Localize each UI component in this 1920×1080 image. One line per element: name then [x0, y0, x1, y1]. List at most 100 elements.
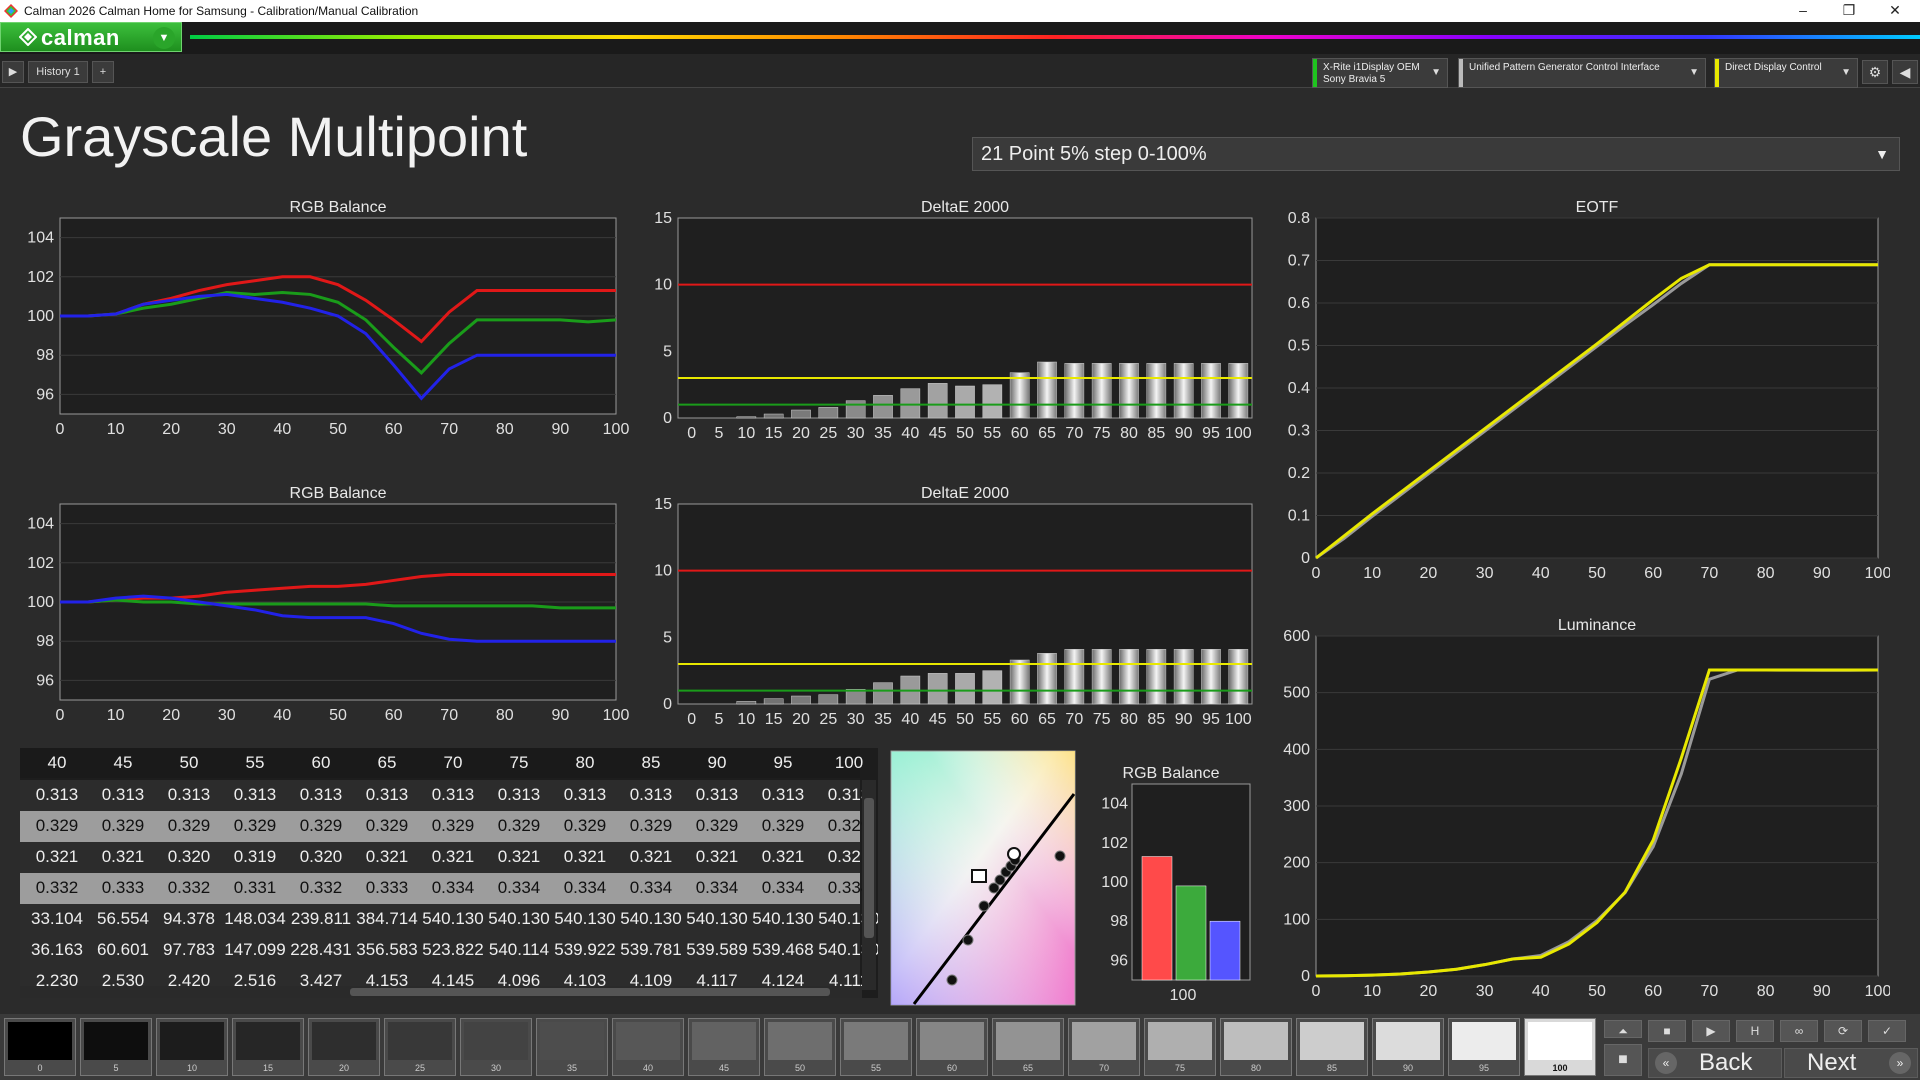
de_top-xtick-label: 0 [687, 425, 696, 442]
chevron-down-icon[interactable]: ▼ [153, 27, 175, 49]
table-row[interactable]: 0.321 0.321 0.320 0.319 0.320 0.321 0.321 0.321… [20, 842, 870, 873]
swatch-label: 25 [414, 1063, 425, 1073]
table-cell: 540.130 [554, 909, 616, 928]
history-play-button[interactable]: ▶ [2, 61, 24, 83]
swatch-color [1528, 1022, 1592, 1060]
table-cell: 523.822 [422, 940, 484, 959]
patch-swatch-15[interactable]: 15 [232, 1018, 304, 1076]
collapse-panel-icon[interactable]: ◀ [1892, 60, 1918, 84]
de_top-ytick-label: 0 [663, 410, 672, 427]
pattern-generator-selector[interactable]: Unified Pattern Generator Control Interf… [1458, 58, 1706, 88]
scroll-up-icon[interactable]: ⏶ [1604, 1020, 1642, 1038]
tab-history-1[interactable]: History 1 [28, 61, 88, 83]
horizontal-scrollbar[interactable] [20, 986, 862, 998]
table-row[interactable]: 0.332 0.333 0.332 0.331 0.332 0.333 0.334 0.334… [20, 873, 870, 904]
patch-swatch-75[interactable]: 75 [1144, 1018, 1216, 1076]
record-button[interactable]: ■ [1604, 1044, 1642, 1076]
de_top-bar [818, 407, 839, 419]
patch-swatch-10[interactable]: 10 [156, 1018, 228, 1076]
patch-swatch-80[interactable]: 80 [1220, 1018, 1292, 1076]
rgb_bottom-xtick-label: 10 [107, 707, 125, 724]
rainbow-strip [190, 35, 1920, 39]
add-tab-button[interactable]: + [92, 61, 114, 83]
calman-window: Calman 2026 Calman Home for Samsung - Ca… [0, 0, 1920, 1080]
de_top-bar [1173, 363, 1194, 419]
column-header: 50 [179, 753, 199, 772]
check-button[interactable]: ✓ [1868, 1020, 1906, 1042]
play-button[interactable]: ▶ [1692, 1020, 1730, 1042]
de_bottom-xtick-label: 20 [792, 711, 810, 728]
table-cell: 0.313 [233, 785, 277, 804]
refresh-button[interactable]: ⟳ [1824, 1020, 1862, 1042]
swatch-label: 80 [1250, 1063, 1261, 1073]
column-header: 80 [575, 753, 595, 772]
meter-display: Sony Bravia 5 [1323, 74, 1386, 85]
save-button[interactable]: H [1736, 1020, 1774, 1042]
column-header: 70 [443, 753, 463, 772]
loop-button[interactable]: ∞ [1780, 1020, 1818, 1042]
display-control-name: Direct Display Control [1725, 62, 1822, 73]
patch-swatch-100[interactable]: 100 [1524, 1018, 1596, 1076]
scrollbar-thumb[interactable] [864, 798, 874, 938]
column-header: 75 [509, 753, 529, 772]
next-button[interactable]: Next » [1784, 1048, 1918, 1078]
patch-swatch-95[interactable]: 95 [1448, 1018, 1520, 1076]
de_bottom-svg: DeltaE 2000 0 5 10 15 0 5 10 15 20 25 30 35 40 45 50 55 6… [654, 485, 1253, 728]
de_bottom-xtick-label: 30 [847, 711, 865, 728]
swatch-label: 65 [1022, 1063, 1033, 1073]
de_bottom-bar [791, 695, 811, 705]
patch-swatch-50[interactable]: 50 [764, 1018, 836, 1076]
de_bottom-xtick-label: 15 [765, 711, 783, 728]
calman-logo-icon [19, 28, 37, 46]
patch-swatch-25[interactable]: 25 [384, 1018, 456, 1076]
table-cell: 0.334 [761, 878, 805, 897]
patch-swatch-40[interactable]: 40 [612, 1018, 684, 1076]
calman-logo-menu[interactable]: calman ▼ [0, 22, 182, 52]
meter-name: X-Rite i1Display OEM [1323, 62, 1420, 73]
minimize-button[interactable]: – [1780, 0, 1826, 22]
patch-swatch-60[interactable]: 60 [916, 1018, 988, 1076]
meter-selector[interactable]: X-Rite i1Display OEM Sony Bravia 5 ▼ [1312, 58, 1448, 88]
settings-gear-icon[interactable]: ⚙ [1862, 60, 1888, 84]
swatch-label: 90 [1402, 1063, 1413, 1073]
patch-swatch-85[interactable]: 85 [1296, 1018, 1368, 1076]
back-button[interactable]: « Back [1648, 1048, 1782, 1078]
scrollbar-thumb[interactable] [350, 988, 830, 996]
table-row[interactable]: 0.313 0.313 0.313 0.313 0.313 0.313 0.313 0.313… [20, 780, 870, 811]
patch-swatch-70[interactable]: 70 [1068, 1018, 1140, 1076]
table-cell: 56.554 [97, 909, 149, 928]
table-row[interactable]: 36.163 60.601 97.783 147.099 228.431 356.583 5… [20, 935, 878, 966]
patch-swatch-65[interactable]: 65 [992, 1018, 1064, 1076]
measurement-controls: ⏶ ■ ■ ▶ H ∞ ⟳ ✓ « Back Next » [1596, 1014, 1920, 1080]
table-cell: 97.783 [163, 940, 215, 959]
table-cell: 33.104 [31, 909, 83, 928]
patch-swatch-35[interactable]: 35 [536, 1018, 608, 1076]
de_bottom-xtick-label: 80 [1120, 711, 1138, 728]
de_bottom-xtick-label: 35 [874, 711, 892, 728]
de_bottom-bar [927, 673, 948, 705]
patch-swatch-0[interactable]: 0 [4, 1018, 76, 1076]
stop-button[interactable]: ■ [1648, 1020, 1686, 1042]
rgb-balance-chart-top: RGB Balance 96 98 100 102 104 0 10 20 30 40 50 60 70 8… [0, 190, 630, 450]
patch-swatch-45[interactable]: 45 [688, 1018, 760, 1076]
patch-swatch-90[interactable]: 90 [1372, 1018, 1444, 1076]
de_bottom-bar [955, 673, 975, 705]
maximize-button[interactable]: ❐ [1826, 0, 1872, 22]
patch-swatch-20[interactable]: 20 [308, 1018, 380, 1076]
column-header: 55 [245, 753, 265, 772]
patch-swatch-30[interactable]: 30 [460, 1018, 532, 1076]
cie-svg [890, 750, 1076, 1006]
de_bottom-bar [1009, 659, 1030, 705]
rgb_bottom-title: RGB Balance [290, 485, 387, 502]
preset-dropdown[interactable]: 21 Point 5% step 0-100% ▼ [972, 137, 1900, 171]
table-row[interactable]: 0.329 0.329 0.329 0.329 0.329 0.329 0.329 0.329… [20, 811, 870, 842]
vertical-scrollbar[interactable] [862, 780, 876, 990]
swatch-label: 55 [870, 1063, 881, 1073]
table-row[interactable]: 33.104 56.554 94.378 148.034 239.811 384.714 5… [20, 904, 878, 935]
patch-swatch-5[interactable]: 5 [80, 1018, 152, 1076]
patch-swatch-55[interactable]: 55 [840, 1018, 912, 1076]
rgb_small-ytick-label: 102 [1101, 835, 1128, 852]
display-control-selector[interactable]: Direct Display Control ▼ [1714, 58, 1858, 88]
swatch-label: 20 [338, 1063, 349, 1073]
close-button[interactable]: ✕ [1872, 0, 1918, 22]
